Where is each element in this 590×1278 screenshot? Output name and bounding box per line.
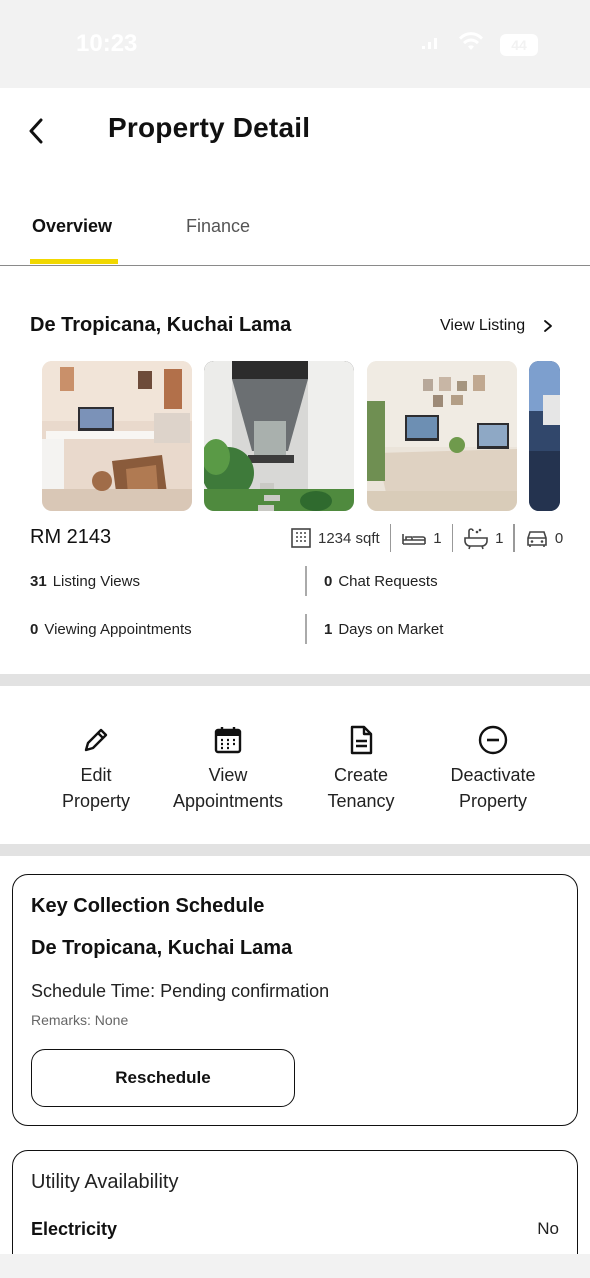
minus-circle-icon <box>478 725 508 755</box>
spec-beds: 1 <box>391 528 451 548</box>
action-label-line1: Deactivate <box>450 765 536 785</box>
bathtub-icon <box>464 528 488 550</box>
property-name: De Tropicana, Kuchai Lama <box>30 314 292 336</box>
utility-label-electricity: Electricity <box>31 1219 118 1239</box>
building-icon <box>291 528 311 548</box>
property-photo[interactable] <box>204 361 354 511</box>
section-divider <box>0 844 590 856</box>
chevron-right-icon[interactable] <box>541 316 555 336</box>
stat-value: 0 <box>30 621 39 638</box>
action-label-line2: Property <box>61 791 131 811</box>
tab-finance[interactable]: Finance <box>186 216 250 266</box>
stat-chat-requests: 0 Chat Requests <box>324 573 438 590</box>
baths-value: 1 <box>495 529 504 547</box>
header: Property Detail <box>0 88 590 176</box>
section-divider <box>0 674 590 686</box>
document-icon <box>350 725 373 755</box>
reschedule-button[interactable]: Reschedule <box>31 1049 295 1107</box>
action-label-line2: Tenancy <box>327 791 395 811</box>
utility-value-electricity: No <box>537 1219 559 1238</box>
action-label-line2: Property <box>458 791 528 811</box>
battery-icon: 44 <box>500 33 538 56</box>
bed-icon <box>402 534 427 545</box>
stat-value: 1 <box>324 621 333 638</box>
back-button[interactable] <box>22 114 52 148</box>
status-icons: 44 <box>420 32 538 57</box>
photo-gallery[interactable] <box>42 361 560 513</box>
status-time: 10:23 <box>76 30 138 57</box>
active-tab-indicator <box>30 259 118 264</box>
stat-listing-views: 31 Listing Views <box>30 573 140 590</box>
stat-viewing-appointments: 0 Viewing Appointments <box>30 621 192 638</box>
spec-parking: 0 <box>515 528 573 548</box>
view-listing-link[interactable]: View Listing <box>440 317 525 335</box>
edit-property-button[interactable]: Edit Property <box>26 724 166 814</box>
stat-label: Chat Requests <box>338 573 438 590</box>
parking-value: 0 <box>554 529 564 547</box>
action-label-line1: Create <box>333 765 389 785</box>
price: RM 2143 <box>30 526 112 548</box>
status-bar: 10:23 44 <box>0 0 590 88</box>
page-title: Property Detail <box>108 112 311 143</box>
card-title: Utility Availability <box>31 1171 179 1193</box>
action-label-line1: Edit <box>80 765 112 785</box>
stat-divider <box>305 614 307 644</box>
wifi-icon <box>458 32 484 57</box>
spec-baths: 1 <box>453 526 513 550</box>
pencil-icon <box>84 728 108 752</box>
sqft-value: 1234 sqft <box>318 529 380 547</box>
tab-bar: Overview Finance <box>0 196 590 266</box>
stat-label: Listing Views <box>52 573 140 590</box>
stat-label: Days on Market <box>338 621 444 638</box>
stat-value: 0 <box>324 573 333 590</box>
deactivate-property-button[interactable]: Deactivate Property <box>423 724 563 814</box>
signal-icon <box>420 33 442 56</box>
action-label-line1: View <box>208 765 248 785</box>
car-icon <box>527 531 547 547</box>
spec-size: 1234 sqft <box>280 527 390 549</box>
beds-value: 1 <box>433 529 442 547</box>
schedule-time: Schedule Time: Pending confirmation <box>31 981 330 1001</box>
property-photo[interactable] <box>367 361 517 511</box>
stat-label: Viewing Appointments <box>44 621 192 638</box>
property-photo[interactable] <box>529 361 560 511</box>
stat-value: 31 <box>30 573 47 590</box>
create-tenancy-button[interactable]: Create Tenancy <box>291 724 431 814</box>
property-specs: 1234 sqft 1 1 0 <box>280 522 573 554</box>
calendar-icon <box>214 727 242 754</box>
remarks: Remarks: None <box>31 1012 129 1028</box>
stat-divider <box>305 566 307 596</box>
chevron-left-icon <box>29 118 43 144</box>
key-collection-card: Key Collection Schedule De Tropicana, Ku… <box>12 874 578 1126</box>
app-screen: Property Detail Overview Finance De Trop… <box>0 88 590 1254</box>
utility-availability-card: Utility Availability Electricity No <box>12 1150 578 1254</box>
view-appointments-button[interactable]: View Appointments <box>158 724 298 814</box>
card-title: Key Collection Schedule <box>31 895 265 917</box>
stat-days-on-market: 1 Days on Market <box>324 621 443 638</box>
card-property-name: De Tropicana, Kuchai Lama <box>31 937 293 959</box>
action-label-line2: Appointments <box>172 791 284 811</box>
property-photo[interactable] <box>42 361 192 511</box>
